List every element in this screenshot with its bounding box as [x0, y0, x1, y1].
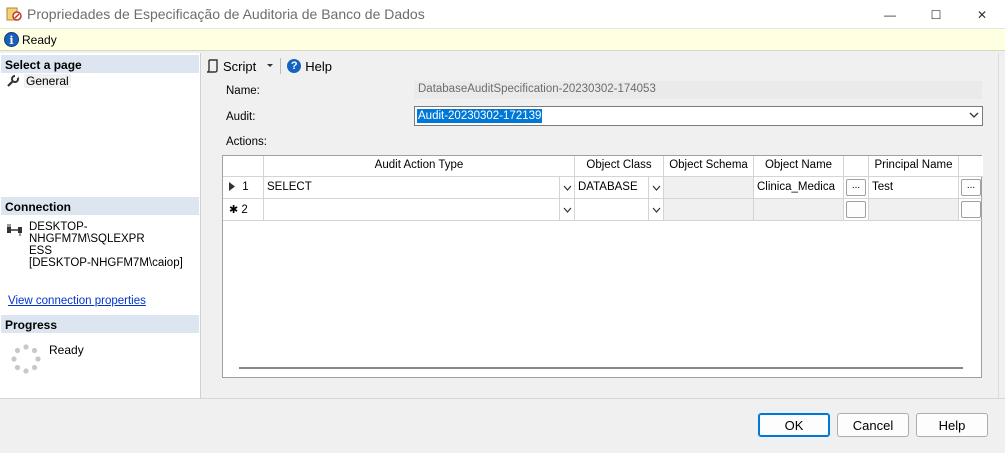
- ok-button[interactable]: OK: [758, 413, 830, 437]
- object-name-cell: [754, 199, 844, 221]
- cell-value: DATABASE: [578, 181, 638, 193]
- column-header-object-name[interactable]: Object Name: [754, 156, 844, 177]
- column-header-principal-name[interactable]: Principal Name: [869, 156, 959, 177]
- connection-info: DESKTOP-NHGFM7M\SQLEXPR ESS [DESKTOP-NHG…: [29, 221, 199, 269]
- window-title: Propriedades de Especificação de Auditor…: [27, 6, 425, 22]
- principal-picker-cell: ...: [959, 177, 983, 199]
- maximize-button[interactable]: ☐: [913, 0, 959, 29]
- script-icon: [206, 59, 218, 73]
- status-bar: i Ready: [0, 29, 1005, 51]
- object-name-picker-cell: ...: [844, 177, 869, 199]
- select-page-header: Select a page: [1, 55, 199, 73]
- column-header-object-class[interactable]: Object Class: [575, 156, 664, 177]
- actions-grid[interactable]: Audit Action Type Object Class Object Sc…: [222, 155, 983, 378]
- column-header-audit-action-type[interactable]: Audit Action Type: [264, 156, 575, 177]
- close-icon: ✕: [976, 7, 988, 22]
- minimize-icon: —: [884, 7, 896, 22]
- left-pane: Select a page General Connection DESKTOP…: [0, 53, 201, 398]
- current-row-arrow-icon: [229, 182, 235, 191]
- connection-user-line: [DESKTOP-NHGFM7M\caiop]: [29, 257, 183, 269]
- page-item-general[interactable]: General: [6, 73, 71, 89]
- row-header[interactable]: ✱ 2: [223, 199, 264, 221]
- minimize-button[interactable]: —: [867, 0, 913, 29]
- help-button[interactable]: Help: [916, 413, 988, 437]
- object-name-picker-cell: [844, 199, 869, 221]
- object-name-cell[interactable]: Clinica_Medica: [754, 177, 844, 199]
- new-row-asterisk-icon: ✱: [229, 204, 239, 216]
- connection-server-line-1: DESKTOP-NHGFM7M\SQLEXPR: [29, 221, 145, 245]
- row-number: 2: [241, 204, 248, 216]
- maximize-icon: ☐: [930, 7, 942, 22]
- principal-name-cell[interactable]: Test: [869, 177, 959, 199]
- help-toolbar-label: Help: [305, 58, 332, 74]
- horizontal-scrollbar[interactable]: [239, 367, 963, 369]
- toolbar-separator: [280, 58, 282, 74]
- script-label: Script: [223, 58, 257, 74]
- page-item-label: General: [24, 74, 71, 88]
- progress-text: Ready: [49, 343, 84, 357]
- progress-header: Progress: [1, 315, 199, 333]
- audit-label: Audit:: [226, 111, 256, 123]
- column-header-principal-picker: [959, 156, 983, 177]
- help-toolbar-button[interactable]: ? Help: [283, 56, 336, 76]
- column-header-object-schema[interactable]: Object Schema: [664, 156, 754, 177]
- object-class-cell[interactable]: DATABASE: [575, 177, 664, 199]
- chevron-down-icon[interactable]: [969, 111, 979, 119]
- object-class-cell[interactable]: [575, 199, 664, 221]
- chevron-down-icon[interactable]: [266, 63, 274, 69]
- title-bar: Propriedades de Especificação de Auditor…: [0, 0, 1005, 29]
- name-field: DatabaseAuditSpecification-20230302-1740…: [414, 81, 982, 99]
- chevron-down-icon[interactable]: [648, 199, 663, 220]
- audit-action-type-cell[interactable]: SELECT: [264, 177, 575, 199]
- object-name-browse-button[interactable]: [846, 201, 866, 218]
- object-schema-cell: [664, 177, 754, 199]
- audit-selected-value: Audit-20230302-172139: [417, 109, 543, 123]
- chevron-down-icon[interactable]: [648, 177, 663, 198]
- principal-picker-cell: [959, 199, 983, 221]
- principal-browse-button[interactable]: [961, 201, 981, 218]
- info-icon: i: [4, 32, 19, 47]
- object-name-browse-button[interactable]: ...: [846, 179, 866, 196]
- cancel-button[interactable]: Cancel: [837, 413, 909, 437]
- status-text: Ready: [22, 33, 57, 47]
- help-icon: ?: [287, 59, 302, 73]
- progress-spinner-icon: [11, 344, 41, 374]
- chevron-down-icon[interactable]: [559, 199, 574, 220]
- actions-label: Actions:: [226, 136, 267, 148]
- connection-server-line-2: ESS: [29, 245, 53, 257]
- cell-value: SELECT: [267, 181, 312, 193]
- database-audit-icon: [6, 7, 22, 21]
- connection-icon: [7, 224, 22, 236]
- chevron-down-icon[interactable]: [559, 177, 574, 198]
- principal-browse-button[interactable]: ...: [961, 179, 981, 196]
- column-header-object-name-picker: [844, 156, 869, 177]
- toolbar: Script ? Help: [202, 55, 336, 77]
- script-button[interactable]: Script: [202, 56, 278, 76]
- object-schema-cell: [664, 199, 754, 221]
- principal-name-cell: [869, 199, 959, 221]
- close-button[interactable]: ✕: [959, 0, 1005, 29]
- audit-dropdown[interactable]: Audit-20230302-172139: [414, 106, 983, 126]
- name-label: Name:: [226, 85, 260, 97]
- row-number: 1: [242, 181, 249, 193]
- connection-header: Connection: [1, 197, 199, 215]
- wrench-icon: [7, 75, 19, 87]
- vertical-scrollbar[interactable]: [998, 53, 1005, 398]
- view-connection-properties-link[interactable]: View connection properties: [8, 295, 146, 307]
- audit-action-type-cell[interactable]: [264, 199, 575, 221]
- grid-corner-header: [223, 156, 264, 177]
- row-header[interactable]: 1: [223, 177, 264, 199]
